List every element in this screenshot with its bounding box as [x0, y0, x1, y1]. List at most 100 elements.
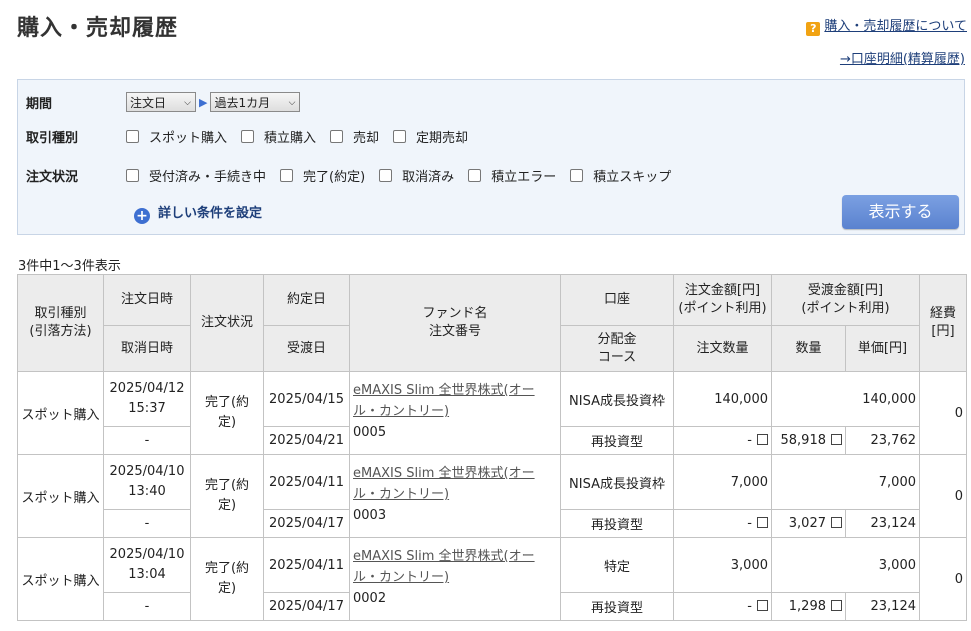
cell-fund: eMAXIS Slim 全世界株式(オール・カントリー) 0005 [349, 371, 561, 455]
cell-status: 完了(約 定) [190, 371, 264, 455]
checkbox-box[interactable] [379, 169, 393, 182]
order-number: 0005 [353, 425, 387, 440]
period-label: 期間 [26, 96, 53, 112]
arrow-right-icon: ▶ [199, 95, 208, 109]
cell-dividend: 再投資型 [560, 426, 674, 455]
type-periodic-sell-label: 定期売却 [416, 131, 469, 146]
type-sell-checkbox[interactable]: 売却 [330, 127, 379, 146]
more-conditions-label: 詳しい条件を設定 [158, 206, 263, 221]
fund-name-link[interactable]: eMAXIS Slim 全世界株式(オール・カントリー) [353, 549, 535, 585]
status-skip-label: 積立スキップ [593, 170, 672, 185]
cell-receive-amount: 140,000 [771, 371, 920, 427]
status-done-checkbox[interactable]: 完了(約定) [280, 166, 365, 185]
cell-fee: 0 [919, 371, 967, 455]
th-fee: 経費 [円] [919, 274, 967, 372]
qty-value: 1,298 [788, 599, 826, 614]
status-pending-checkbox[interactable]: 受付済み・手続き中 [126, 166, 266, 185]
cell-unit-price: 23,124 [845, 509, 920, 538]
cell-delivery-date: 2025/04/17 [263, 509, 350, 538]
th-order-date: 注文日時 [103, 274, 191, 326]
checkbox-box[interactable] [126, 130, 139, 143]
account-detail-link-label[interactable]: →口座明細(精算履歴) [840, 52, 965, 67]
checkbox-box[interactable] [570, 169, 584, 182]
period-type-value: 注文日 [130, 96, 167, 110]
th-unit-price: 単価[円] [845, 325, 920, 372]
status-error-label: 積立エラー [491, 170, 557, 185]
cell-type: スポット購入 [17, 537, 104, 621]
status-cancelled-checkbox[interactable]: 取消済み [379, 166, 454, 185]
cell-dividend: 再投資型 [560, 592, 674, 621]
order-qty-value: - [747, 599, 752, 614]
cell-receive-amount: 7,000 [771, 454, 920, 510]
th-dividend: 分配金 コース [560, 325, 674, 372]
status-skip-checkbox[interactable]: 積立スキップ [570, 166, 671, 185]
square-icon [757, 517, 768, 528]
type-accum-checkbox[interactable]: 積立購入 [241, 127, 316, 146]
checkbox-box[interactable] [241, 130, 255, 143]
status-row: 注文状況 受付済み・手続き中 完了(約定) 取消済み 積立エラー 積立スキップ [18, 166, 685, 185]
th-account: 口座 [560, 274, 674, 326]
cell-fee: 0 [919, 537, 967, 621]
order-number: 0003 [353, 508, 387, 523]
type-label: 取引種別 [26, 131, 79, 146]
cell-status: 完了(約 定) [190, 537, 264, 621]
th-cancel-date: 取消日時 [103, 325, 191, 372]
cell-order-amount: 3,000 [673, 537, 772, 593]
period-row: 期間 注文日 ⌵ ▶ 過去1カ月 ⌵ [18, 92, 301, 112]
checkbox-box[interactable] [468, 169, 482, 182]
more-conditions-link[interactable]: + 詳しい条件を設定 [134, 202, 262, 224]
status-error-checkbox[interactable]: 積立エラー [468, 166, 556, 185]
plus-icon: + [134, 208, 150, 224]
checkbox-box[interactable] [280, 169, 294, 182]
cell-cancel-date: - [103, 592, 191, 621]
cell-cancel-date: - [103, 509, 191, 538]
cell-order-amount: 7,000 [673, 454, 772, 510]
cell-type: スポット購入 [17, 454, 104, 538]
square-icon [757, 434, 768, 445]
type-spot-checkbox[interactable]: スポット購入 [126, 127, 227, 146]
fund-name-link[interactable]: eMAXIS Slim 全世界株式(オール・カントリー) [353, 466, 535, 502]
cell-order-amount: 140,000 [673, 371, 772, 427]
page-title: 購入・売却履歴 [17, 16, 179, 41]
checkbox-box[interactable] [330, 130, 344, 143]
cell-unit-price: 23,762 [845, 426, 920, 455]
table-row: スポット購入 2025/04/10 13:04 完了(約 定) 2025/04/… [17, 537, 967, 621]
cell-dividend: 再投資型 [560, 509, 674, 538]
table-row: スポット購入 2025/04/12 15:37 完了(約 定) 2025/04/… [17, 371, 967, 455]
chevron-down-icon: ⌵ [288, 98, 296, 108]
result-count: 3件中1〜3件表示 [18, 259, 121, 274]
period-range-select[interactable]: 過去1カ月 ⌵ [210, 92, 301, 112]
square-icon [831, 434, 842, 445]
status-label: 注文状況 [26, 170, 79, 185]
cell-delivery-date: 2025/04/21 [263, 426, 350, 455]
account-detail-link[interactable]: →口座明細(精算履歴) [840, 48, 965, 67]
cell-status: 完了(約 定) [190, 454, 264, 538]
square-icon [831, 517, 842, 528]
th-qty: 数量 [771, 325, 846, 372]
period-type-select[interactable]: 注文日 ⌵ [126, 92, 196, 112]
cell-qty: 58,918 [771, 426, 846, 455]
help-link-label[interactable]: 購入・売却履歴について [824, 19, 967, 34]
checkbox-box[interactable] [393, 130, 407, 143]
type-accum-label: 積立購入 [264, 131, 317, 146]
qty-value: 3,027 [788, 516, 826, 531]
th-order-qty: 注文数量 [673, 325, 772, 372]
cell-type: スポット購入 [17, 371, 104, 455]
question-icon: ? [806, 22, 821, 36]
help-link[interactable]: ? 購入・売却履歴について [806, 15, 967, 36]
filter-panel: 期間 注文日 ⌵ ▶ 過去1カ月 ⌵ 取引種別 スポット購入 積立購入 売却 定… [17, 79, 965, 235]
cell-account: NISA成長投資枠 [560, 454, 674, 510]
cell-fee: 0 [919, 454, 967, 538]
show-button[interactable]: 表示する [842, 195, 959, 229]
cell-contract-date: 2025/04/11 [263, 454, 350, 510]
qty-value: 58,918 [780, 433, 827, 448]
status-pending-label: 受付済み・手続き中 [149, 170, 267, 185]
status-done-label: 完了(約定) [303, 170, 366, 185]
type-periodic-sell-checkbox[interactable]: 定期売却 [393, 127, 468, 146]
chevron-down-icon: ⌵ [184, 98, 191, 108]
cell-qty: 3,027 [771, 509, 846, 538]
cell-contract-date: 2025/04/11 [263, 537, 350, 593]
checkbox-box[interactable] [126, 169, 139, 182]
fund-name-link[interactable]: eMAXIS Slim 全世界株式(オール・カントリー) [353, 383, 535, 419]
type-spot-label: スポット購入 [149, 131, 228, 146]
